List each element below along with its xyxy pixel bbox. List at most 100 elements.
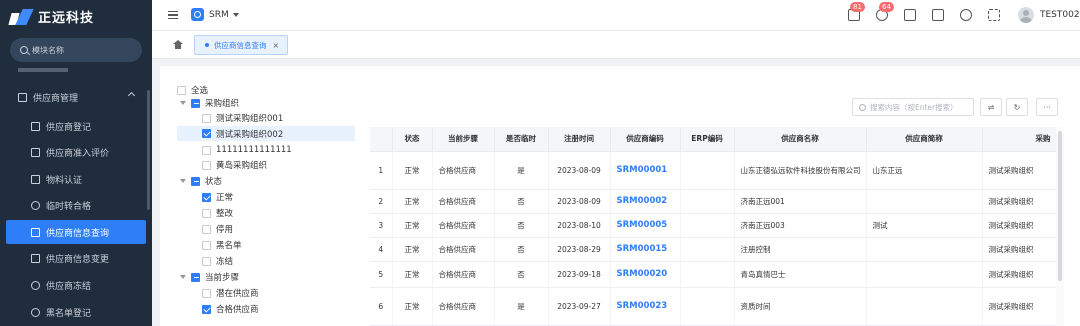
table-row[interactable]: 4 正常 合格供应商否 2023-08-29 SRM00015 注册控制 测试采购组织 [370,237,1056,262]
checkbox[interactable] [202,160,211,170]
checkbox[interactable] [202,304,211,314]
checkbox[interactable] [202,240,211,250]
supplier-code-link[interactable]: SRM00023 [610,287,681,326]
tree-label: 黄岛采购组织 [216,161,268,171]
checkbox[interactable] [177,85,186,95]
more-button[interactable]: ··· [1036,98,1058,116]
table-row[interactable]: 1 正常 合格供应商是 2023-08-09 SRM00001 山东正德弘远软件科技股份有… [370,151,1056,190]
checkbox[interactable] [202,208,211,218]
column-header[interactable]: 供应商名称 [734,127,867,152]
column-header[interactable]: 状态 [392,127,433,152]
refresh-icon: ↻ [1013,102,1021,112]
menu-item-supplier-admission[interactable]: 供应商准入评价 [0,140,152,164]
more-icon: ··· [1043,102,1051,112]
table-row[interactable]: 6 正常 合格供应商是 2023-09-27 SRM00023 资质时间 测试采购组织 [370,287,1056,326]
grid-search-input[interactable]: 搜索内容（按Enter搜索） [852,98,974,116]
checkbox[interactable] [202,288,211,298]
grid-scrollbar[interactable] [1056,127,1064,326]
column-header[interactable]: 采购 [982,127,1056,152]
caret-down-icon[interactable] [180,101,186,105]
refresh-button[interactable]: ↻ [1006,98,1028,116]
checkbox[interactable] [191,272,200,282]
app-switcher[interactable]: SRM [191,8,239,21]
filter-settings-button[interactable]: ⇌ [980,98,1002,116]
help-icon[interactable] [960,9,972,21]
column-header[interactable] [370,127,393,152]
table-cell: 山东正远 [866,151,983,190]
checkbox[interactable] [202,129,211,138]
menu-item-blacklist[interactable]: 黑名单登记 [0,300,152,324]
avatar[interactable] [1018,7,1034,23]
tree-select-all[interactable]: 全选 [177,83,208,97]
tree-group-purchase-org[interactable]: 采购组织 [180,96,239,110]
tree-group-current-step[interactable]: 当前步骤 [180,270,239,284]
tab-supplier-query[interactable]: 供应商信息查询 × [194,35,289,55]
checkbox[interactable] [191,98,200,108]
tree-node[interactable]: 合格供应商 [202,302,259,316]
tree-node[interactable]: 测试采购组织001 [202,111,283,125]
table-cell: 否 [494,237,549,262]
column-header[interactable]: ERP编码 [680,127,735,152]
supplier-code-link[interactable]: SRM00001 [610,151,681,190]
table-row[interactable]: 3 正常 合格供应商否 2023-08-10 SRM00005 济南正远003 测试 测试采购… [370,213,1056,238]
chevron-up-icon [127,91,136,100]
supplier-code-link[interactable]: SRM00020 [610,261,681,288]
tree-node[interactable]: 停用 [202,222,233,236]
table-cell [866,287,983,326]
menu-item-material-certification[interactable]: 物料认证 [0,167,152,191]
fullscreen-icon[interactable] [988,9,1000,21]
table-header-row: 状态 当前步骤 是否临时 注册时间 供应商编码 ERP编码 供应商名称 供应商简称 采购 [370,127,1056,152]
tree-node[interactable]: 潜在供应商 [202,286,259,300]
supplier-code-link[interactable]: SRM00015 [610,237,681,262]
checkbox[interactable] [191,176,200,186]
checkbox[interactable] [202,256,211,266]
table-cell: 否 [494,189,549,214]
menu-toggle-icon[interactable] [168,11,178,19]
module-search-input[interactable]: 模块名称 [10,38,142,62]
table-cell: 测试采购组织 [982,237,1056,262]
menu-item-temp-to-qualified[interactable]: 临时转合格 [0,193,152,217]
menu-group-supplier-management[interactable]: 供应商管理 [0,85,152,109]
menu-item-supplier-freeze[interactable]: 供应商冻结 [0,273,152,297]
tree-group-status[interactable]: 状态 [180,174,222,188]
username[interactable]: TEST002 [1040,10,1080,20]
caret-down-icon[interactable] [180,179,186,183]
caret-down-icon[interactable] [180,275,186,279]
table-row[interactable]: 2 正常 合格供应商否 2023-08-09 SRM00002 济南正远001 测试采购组织 [370,189,1056,214]
home-icon[interactable] [173,40,183,49]
tree-node[interactable]: 黑名单 [202,238,242,252]
chat-icon[interactable] [904,9,916,21]
column-header[interactable]: 当前步骤 [432,127,495,152]
checkbox[interactable] [202,145,211,155]
theme-icon[interactable] [932,9,944,21]
supplier-code-link[interactable]: SRM00002 [610,189,681,214]
column-header[interactable]: 注册时间 [548,127,611,152]
checkbox[interactable] [202,192,211,202]
menu-item-supplier-registration[interactable]: 供应商登记 [0,114,152,138]
table-cell: 测试采购组织 [982,213,1056,238]
column-header[interactable]: 供应商简称 [866,127,983,152]
table-row[interactable]: 5 正常 合格供应商否 2023-09-18 SRM00020 青岛真情巴士 测试采购组织 [370,261,1056,288]
grid-search-placeholder: 搜索内容（按Enter搜索） [870,102,958,112]
menu-item-label: 黑名单登记 [46,308,92,319]
supplier-code-link[interactable]: SRM00005 [610,213,681,238]
tree-node[interactable]: 11111111111111 [202,143,292,157]
tree-node[interactable]: 冻结 [202,254,233,268]
table-cell [866,237,983,262]
table-cell: 合格供应商 [432,213,495,238]
table-cell: 正常 [392,189,433,214]
column-header[interactable]: 是否临时 [494,127,549,152]
table-cell: 2023-08-10 [548,213,611,238]
tree-node[interactable]: 测试采购组织002 [177,126,355,141]
column-header[interactable]: 供应商编码 [610,127,681,152]
checkbox[interactable] [202,224,211,234]
sidebar-scrollbar[interactable] [147,90,150,210]
checkbox[interactable] [202,113,211,123]
tree-node[interactable]: 整改 [202,206,233,220]
menu-group-label: 供应商管理 [33,93,79,104]
menu-item-supplier-query[interactable]: 供应商信息查询 [6,220,146,244]
tree-node[interactable]: 正常 [202,190,233,204]
menu-item-supplier-change[interactable]: 供应商信息变更 [0,246,152,270]
close-icon[interactable]: × [273,41,280,50]
tree-node[interactable]: 黄岛采购组织 [202,158,267,172]
